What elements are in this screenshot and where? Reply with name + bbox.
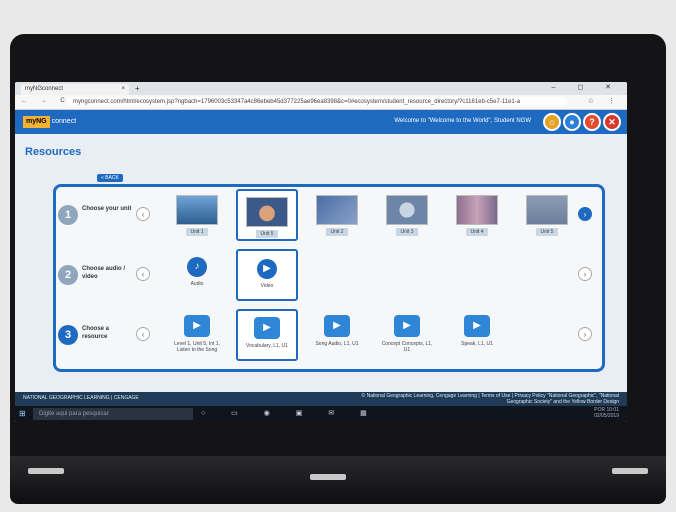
unit-thumbnail	[176, 195, 218, 225]
speaker-icon: ♪	[187, 257, 207, 277]
prev-arrow-icon[interactable]: ‹	[136, 327, 150, 341]
resource-card[interactable]: ▶ Speak, L1, U1	[446, 309, 508, 361]
app-header: myNG connect Welcome to "Welcome to the W…	[15, 110, 627, 135]
unit-label: Unit 3	[396, 228, 418, 236]
unit-card[interactable]: Unit 4	[446, 189, 508, 241]
resource-card[interactable]: ▶ Concept Concepts, L1, U1	[376, 309, 438, 361]
step-number: 2	[58, 265, 78, 285]
step-unit-row: 1 Choose your unit ‹ Unit 1 Unit 5 Unit …	[56, 187, 602, 245]
browser-tabbar: myNGconnect × + – ◻ ✕	[15, 82, 627, 95]
unit-card[interactable]: Unit 3	[376, 189, 438, 241]
user-icon[interactable]: ●	[563, 113, 581, 131]
back-button[interactable]: « BACK	[97, 174, 123, 182]
unit-thumbnail	[246, 197, 288, 227]
unit-card-selected[interactable]: Unit 5	[236, 189, 298, 241]
windows-start-icon[interactable]: ⊞	[19, 409, 29, 419]
step-label: Choose a resource	[82, 326, 110, 340]
step-resource-row: 3 Choose a resource ‹ ▶ Level 1, Unit 5,…	[56, 307, 602, 365]
footer: NATIONAL GEOGRAPHIC LEARNING | CENGAGE ©…	[15, 392, 627, 406]
resource-label: Level 1, Unit 5, Int 1, Listen to the So…	[174, 341, 220, 353]
main-content: Resources « BACK 1 Choose your unit ‹ Un…	[15, 134, 627, 392]
resource-label: Song Audio, L1, U1	[315, 341, 359, 347]
unit-label: Unit 2	[326, 228, 348, 236]
resource-label: Concept Concepts, L1, U1	[381, 341, 433, 353]
browser-tab[interactable]: myNGconnect ×	[21, 84, 129, 95]
audio-label: Audio	[190, 281, 204, 287]
video-file-icon: ▶	[254, 317, 280, 339]
resource-label: Vocabulary, L1, U1	[246, 343, 288, 349]
step-number: 3	[58, 325, 78, 345]
window-controls[interactable]: – ◻ ✕	[552, 83, 621, 91]
system-tray[interactable]: POR 10:01 02/05/2019	[594, 407, 619, 419]
video-file-icon: ▶	[464, 315, 490, 337]
home-icon[interactable]: ⌂	[543, 113, 561, 131]
close-icon[interactable]: ✕	[603, 113, 621, 131]
unit-thumbnail	[386, 195, 428, 225]
tray-date: 02/05/2019	[593, 413, 619, 419]
unit-card[interactable]: Unit 1	[166, 189, 228, 241]
resource-label: Speak, L1, U1	[461, 341, 493, 347]
resource-card[interactable]: ▶ Level 1, Unit 5, Int 1, Listen to the …	[166, 309, 228, 361]
hinge-slot-left	[28, 468, 64, 474]
prev-arrow-icon[interactable]: ‹	[136, 207, 150, 221]
url-field[interactable]: myngconnect.com/html/ecosystem.jsp?ngbac…	[67, 97, 567, 107]
video-file-icon: ▶	[324, 315, 350, 337]
prev-arrow-icon[interactable]: ‹	[136, 267, 150, 281]
resource-panel: 1 Choose your unit ‹ Unit 1 Unit 5 Unit …	[53, 184, 605, 372]
unit-card[interactable]: Unit 2	[306, 189, 368, 241]
resource-card-selected[interactable]: ▶ Vocabulary, L1, U1	[236, 309, 298, 361]
unit-thumbnail	[526, 195, 568, 225]
resource-card[interactable]: ▶ Song Audio, L1, U1	[306, 309, 368, 361]
step-label: Choose audio / video	[82, 266, 126, 280]
address-bar-row: ← → C myngconnect.com/html/ecosystem.jsp…	[15, 95, 627, 110]
page-title: Resources	[25, 146, 82, 158]
browser-toolbar-icons[interactable]: ☆ ⋮	[588, 97, 621, 105]
screen: myNGconnect × + – ◻ ✕ ← → C myngconnect.…	[15, 82, 627, 422]
video-label: Video	[260, 283, 274, 289]
footer-copyright[interactable]: © National Geographic Learning, Cengage …	[359, 393, 619, 405]
unit-thumbnail	[316, 195, 358, 225]
video-icon: ▶	[257, 259, 277, 279]
unit-label: Unit 5	[536, 228, 558, 236]
unit-card[interactable]: Unit 5	[516, 189, 578, 241]
nav-buttons[interactable]: ← → C	[21, 98, 71, 104]
footer-brand: NATIONAL GEOGRAPHIC LEARNING | CENGAGE	[23, 395, 139, 401]
hinge-slot-middle	[310, 474, 346, 480]
step-number: 1	[58, 205, 78, 225]
new-tab-button[interactable]: +	[135, 84, 140, 93]
unit-thumbnail	[456, 195, 498, 225]
hinge-slot-right	[612, 468, 648, 474]
app-logo[interactable]: myNG connect	[23, 116, 76, 128]
tab-close-icon[interactable]: ×	[121, 84, 125, 95]
help-icon[interactable]: ?	[583, 113, 601, 131]
next-arrow-icon[interactable]: ›	[578, 267, 592, 281]
video-option-selected[interactable]: ▶ Video	[236, 249, 298, 301]
video-file-icon: ▶	[394, 315, 420, 337]
taskbar-search[interactable]: Digite aqui para pesquisar	[33, 408, 193, 420]
next-arrow-icon[interactable]: ›	[578, 207, 592, 221]
logo-box: myNG	[23, 116, 50, 128]
step-media-row: 2 Choose audio / video ‹ ♪ Audio ▶ Video…	[56, 247, 602, 305]
unit-label: Unit 4	[466, 228, 488, 236]
audio-option[interactable]: ♪ Audio	[166, 249, 228, 301]
laptop-hinge	[10, 456, 666, 504]
unit-label: Unit 1	[186, 228, 208, 236]
tab-title: myNGconnect	[25, 86, 64, 92]
taskbar: ⊞ Digite aqui para pesquisar ○ ▭ ◉ ▣ ✉ ▦…	[15, 406, 627, 422]
taskbar-app-icons[interactable]: ○ ▭ ◉ ▣ ✉ ▦	[201, 409, 379, 417]
logo-text: connect	[51, 118, 77, 125]
step-label: Choose your unit	[82, 206, 132, 212]
next-arrow-icon[interactable]: ›	[578, 327, 592, 341]
welcome-text: Welcome to "Welcome to the World", Stude…	[394, 118, 531, 124]
unit-label: Unit 5	[256, 230, 278, 238]
video-file-icon: ▶	[184, 315, 210, 337]
